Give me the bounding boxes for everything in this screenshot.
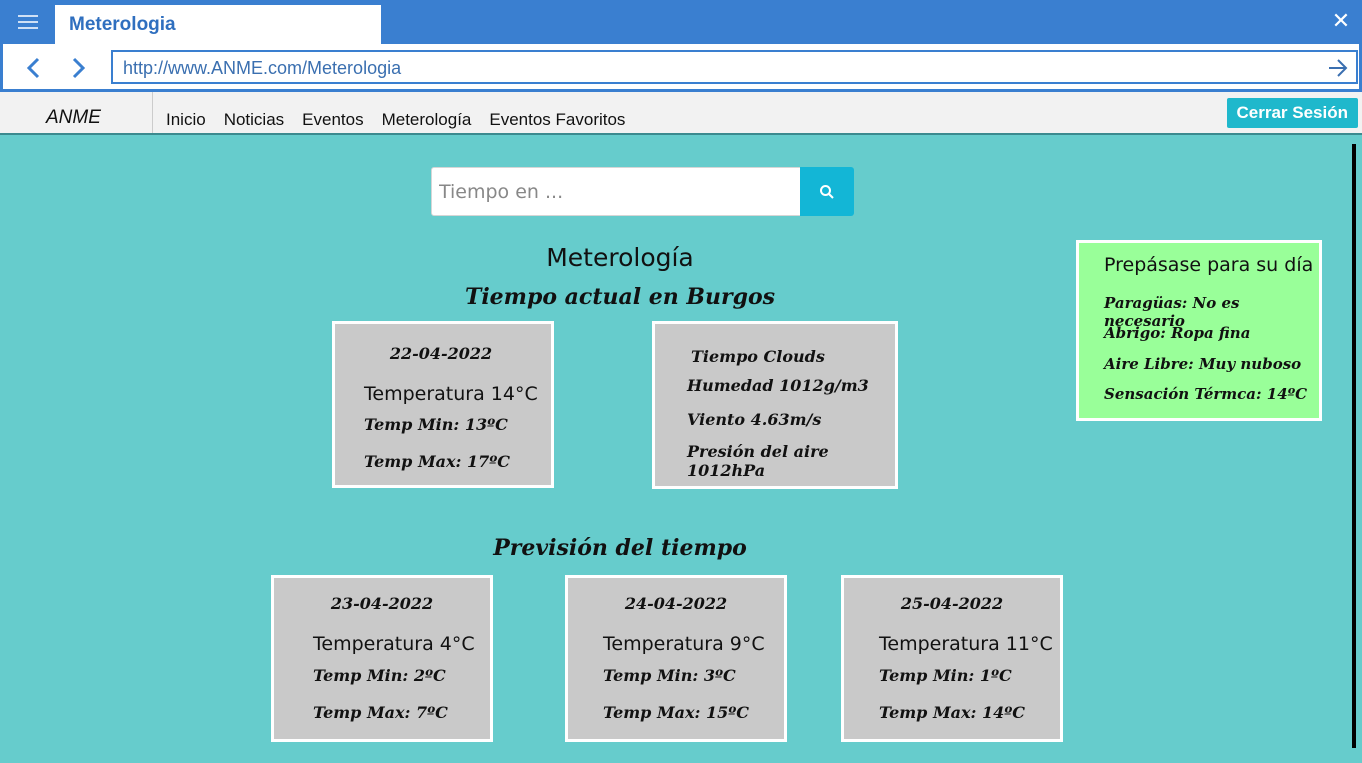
forecast-temperature: Temperatura 9°C <box>603 633 765 655</box>
feels-like: Sensación Térmca: 14ºC <box>1104 385 1308 403</box>
forecast-date: 24-04-2022 <box>624 594 728 613</box>
forward-button[interactable] <box>63 53 93 83</box>
logout-button[interactable]: Cerrar Sesión <box>1226 98 1358 128</box>
page-scrollbar[interactable] <box>1352 144 1356 748</box>
brand-logo[interactable]: ANME <box>46 107 101 129</box>
current-weather-card: 22-04-2022 Temperatura 14°C Temp Min: 13… <box>332 321 554 488</box>
nav-link-meterologia[interactable]: Meterología <box>382 110 472 130</box>
current-temp-max: Temp Max: 17ºC <box>364 452 511 471</box>
arrow-right-icon <box>1329 59 1348 77</box>
nav-link-eventos-favoritos[interactable]: Eventos Favoritos <box>489 110 625 130</box>
prepare-your-day-panel: Prepásase para su día Paragüas: No es ne… <box>1076 240 1322 421</box>
back-button[interactable] <box>19 53 49 83</box>
navbar-divider <box>152 92 153 133</box>
forecast-temp-min: Temp Min: 3ºC <box>603 666 736 685</box>
current-weather-title: Tiempo actual en Burgos <box>464 284 776 310</box>
forecast-card: 23-04-2022 Temperatura 4°C Temp Min: 2ºC… <box>271 575 493 742</box>
browser-tab[interactable]: Meterologia <box>55 5 381 44</box>
air-pressure: Presión del aire 1012hPa <box>687 442 829 480</box>
sky-condition: Tiempo Clouds <box>691 347 825 366</box>
forecast-date: 25-04-2022 <box>900 594 1004 613</box>
forecast-temperature: Temperatura 11°C <box>879 633 1053 655</box>
hamburger-icon <box>17 15 38 29</box>
wind-speed: Viento 4.63m/s <box>687 410 822 429</box>
forecast-date: 23-04-2022 <box>330 594 434 613</box>
current-details-card: Tiempo Clouds Humedad 1012g/m3 Viento 4.… <box>652 321 898 489</box>
forecast-temp-min: Temp Min: 2ºC <box>313 666 446 685</box>
search-input[interactable] <box>431 167 801 216</box>
forecast-card: 24-04-2022 Temperatura 9°C Temp Min: 3ºC… <box>565 575 787 742</box>
prepare-title: Prepásase para su día <box>1104 254 1314 276</box>
nav-link-inicio[interactable]: Inicio <box>166 110 206 130</box>
chevron-right-icon <box>72 57 86 79</box>
forecast-temp-max: Temp Max: 15ºC <box>603 703 750 722</box>
close-icon[interactable]: ✕ <box>1328 8 1354 34</box>
search-icon <box>820 184 834 199</box>
current-temp-min: Temp Min: 13ºC <box>364 415 508 434</box>
chevron-left-icon <box>26 57 40 79</box>
nav-link-noticias[interactable]: Noticias <box>224 110 284 130</box>
site-navbar: ANME Inicio Noticias Eventos Meterología… <box>0 92 1362 135</box>
forecast-card: 25-04-2022 Temperatura 11°C Temp Min: 1º… <box>841 575 1063 742</box>
url-text: http://www.ANME.com/Meterologia <box>123 58 402 78</box>
forecast-temp-min: Temp Min: 1ºC <box>879 666 1012 685</box>
current-temperature: Temperatura 14°C <box>364 383 538 405</box>
coat-advice: Abrigo: Ropa fina <box>1104 324 1251 342</box>
forecast-temp-max: Temp Max: 14ºC <box>879 703 1026 722</box>
url-input[interactable]: http://www.ANME.com/Meterologia <box>111 50 1358 84</box>
humidity: Humedad 1012g/m3 <box>687 376 869 395</box>
browser-titlebar: Meterologia ✕ <box>0 0 1362 44</box>
search-button[interactable] <box>800 167 854 216</box>
outdoor-advice: Aire Libre: Muy nuboso <box>1104 355 1302 373</box>
address-bar: http://www.ANME.com/Meterologia <box>0 44 1362 92</box>
nav-links: Inicio Noticias Eventos Meterología Even… <box>166 110 625 130</box>
tab-title: Meterologia <box>69 14 176 35</box>
browser-menu-button[interactable] <box>0 0 55 44</box>
nav-link-eventos[interactable]: Eventos <box>302 110 363 130</box>
forecast-temp-max: Temp Max: 7ºC <box>313 703 448 722</box>
forecast-title: Previsión del tiempo <box>493 535 747 561</box>
forecast-temperature: Temperatura 4°C <box>313 633 475 655</box>
page-title: Meterología <box>546 243 694 272</box>
go-button[interactable] <box>1326 56 1350 80</box>
current-date: 22-04-2022 <box>389 344 493 363</box>
